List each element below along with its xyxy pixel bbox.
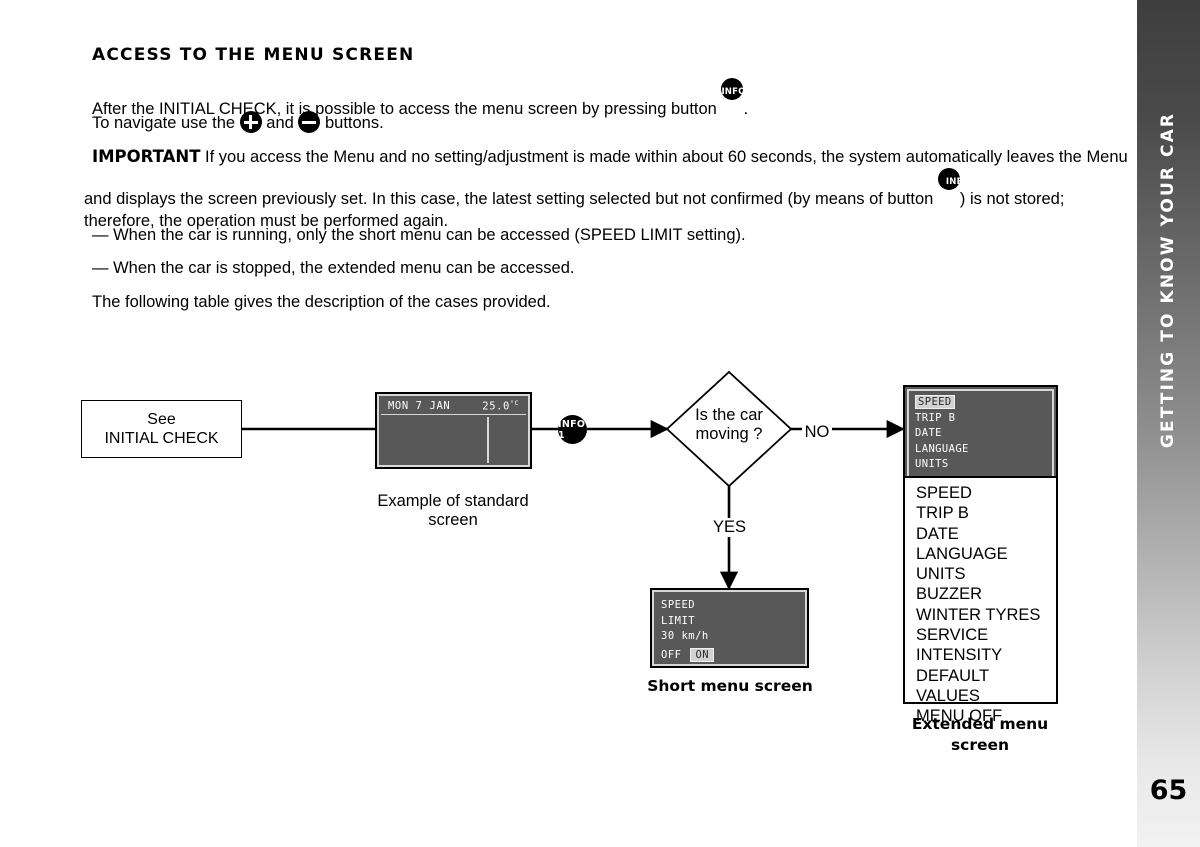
short-menu-row: 30 km/h (661, 630, 709, 642)
short-menu-rows: SPEED LIMIT 30 km/h OFF ON (661, 598, 800, 663)
extended-menu-lcd-row[interactable]: TRIP B (915, 411, 969, 427)
branch-label-no: NO (802, 423, 832, 442)
page-number: 65 (1149, 775, 1188, 806)
extended-menu-lcd-rows: SPEED TRIP B DATE LANGUAGE UNITS (915, 395, 969, 473)
short-menu-onoff-row: OFF ON (661, 647, 800, 664)
short-menu-display: SPEED LIMIT 30 km/h OFF ON (650, 588, 809, 668)
standard-screen-temperature: 25.0°C (482, 399, 519, 413)
decision-line1: Is the car (695, 406, 763, 424)
standard-screen-topbar: MON 7 JAN 25.0°C (381, 398, 526, 415)
decision-label: Is the car moving ? (673, 406, 785, 444)
extended-menu-item[interactable]: SERVICE (916, 625, 1056, 645)
extended-menu-lcd-row-selected[interactable]: SPEED (915, 395, 969, 411)
standard-screen-divider (487, 417, 489, 463)
extended-menu-item[interactable]: BUZZER (916, 584, 1056, 604)
info1-flow-button[interactable]: INFO 1 (558, 415, 587, 444)
extended-menu-item[interactable]: DEFAULT VALUES (916, 666, 1056, 707)
initial-check-box: See INITIAL CHECK (81, 400, 242, 458)
short-menu-row: LIMIT (661, 614, 696, 627)
branch-label-yes: YES (713, 518, 747, 537)
short-menu-on-option[interactable]: ON (690, 647, 715, 662)
section-side-tab-text: GETTING TO KNOW YOUR CAR (1158, 111, 1179, 449)
extended-menu-caption-line2: screen (950, 736, 1010, 754)
extended-menu-item[interactable]: TRIP B (916, 503, 1056, 523)
standard-screen-caption-line2: screen (428, 511, 478, 529)
standard-screen-caption: Example of standard screen (353, 492, 553, 530)
extended-menu-item[interactable]: SPEED (916, 483, 1056, 503)
extended-menu-display: SPEED TRIP B DATE LANGUAGE UNITS (905, 387, 1056, 478)
extended-menu-item[interactable]: LANGUAGE (916, 544, 1056, 564)
extended-menu-lcd-row[interactable]: DATE (915, 426, 969, 442)
extended-menu-item[interactable]: WINTER TYRES (916, 605, 1056, 625)
initial-check-line2: INITIAL CHECK (104, 430, 219, 447)
short-menu-caption: Short menu screen (647, 677, 813, 695)
extended-menu-item[interactable]: UNITS (916, 564, 1056, 584)
menu-access-flowchart: See INITIAL CHECK MON 7 JAN 25.0°C Examp… (0, 0, 1137, 847)
temperature-unit: °C (509, 399, 519, 408)
extended-menu-item[interactable]: DATE (916, 524, 1056, 544)
standard-screen-date: MON 7 JAN (388, 400, 451, 412)
extended-menu-caption-line1: Extended menu (911, 715, 1049, 733)
extended-menu-caption: Extended menu screen (880, 714, 1080, 756)
decision-line2: moving ? (695, 425, 763, 443)
extended-menu-item[interactable]: INTENSITY (916, 645, 1056, 665)
extended-menu-lcd-row[interactable]: UNITS (915, 457, 969, 473)
initial-check-line1: See (147, 411, 176, 428)
short-menu-off-option[interactable]: OFF (661, 649, 681, 661)
section-side-tab: GETTING TO KNOW YOUR CAR 65 (1137, 0, 1200, 847)
standard-screen-caption-line1: Example of standard (377, 492, 529, 510)
extended-menu-block: SPEED TRIP B DATE LANGUAGE UNITS SPEED T… (903, 385, 1058, 725)
section-side-tab-label: GETTING TO KNOW YOUR CAR (1137, 0, 1200, 560)
temperature-value: 25.0 (482, 400, 510, 413)
short-menu-row: SPEED (661, 599, 696, 611)
info1-flow-button-label: INFO 1 (558, 418, 586, 441)
extended-menu-lcd-row[interactable]: LANGUAGE (915, 442, 969, 458)
extended-menu-lcd-row-label: SPEED (915, 395, 955, 409)
extended-menu-item-list: SPEED TRIP B DATE LANGUAGE UNITS BUZZER … (916, 483, 1056, 727)
standard-screen-display: MON 7 JAN 25.0°C (375, 392, 532, 469)
